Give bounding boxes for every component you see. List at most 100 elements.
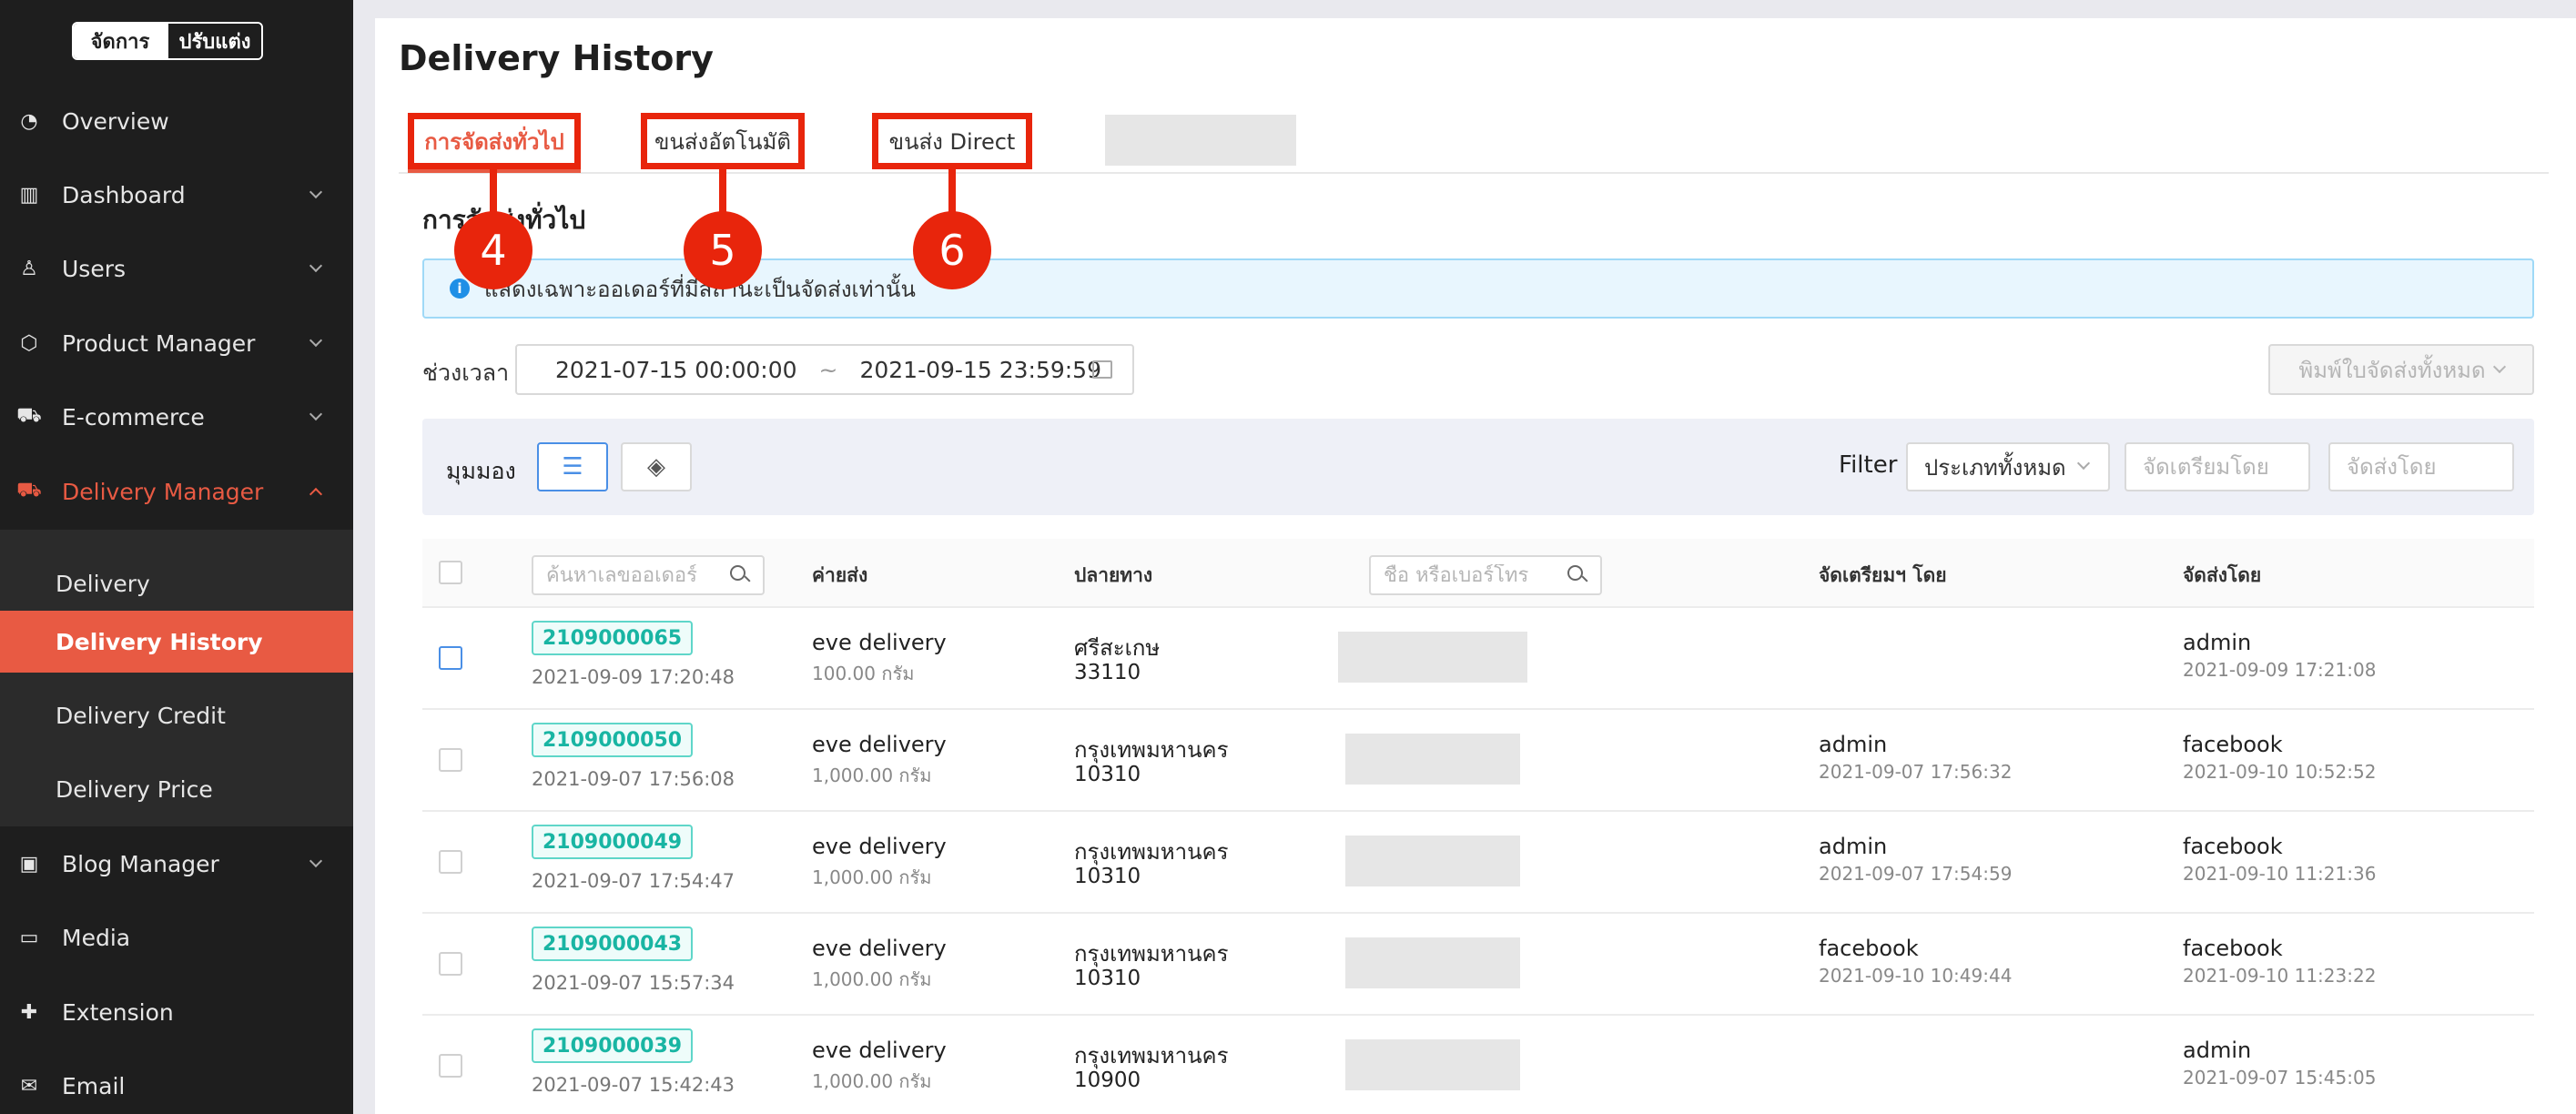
sidebar: จัดการ ปรับแต่ง ◔ Overview ▥ Dashboard ♙… <box>0 0 353 1114</box>
name-search-input[interactable] <box>1371 563 1567 587</box>
select-all-checkbox[interactable] <box>439 561 462 584</box>
table-row[interactable]: 2109000043 2021-09-07 15:57:34 eve deliv… <box>422 914 2534 1016</box>
order-date: 2021-09-07 15:57:34 <box>532 972 735 994</box>
shipped-at: 2021-09-09 17:21:08 <box>2183 659 2377 681</box>
sidebar-item-users[interactable]: ♙ Users <box>0 232 353 305</box>
submenu-item-delivery[interactable]: Delivery <box>0 552 353 614</box>
destination-postcode: 10900 <box>1074 1068 1141 1092</box>
row-checkbox[interactable] <box>439 850 462 874</box>
mode-toggle[interactable]: จัดการ ปรับแต่ง <box>72 22 263 60</box>
date-range-picker[interactable]: 2021-07-15 00:00:00 ~ 2021-09-15 23:59:5… <box>515 344 1134 395</box>
table-row[interactable]: 2109000039 2021-09-07 15:42:43 eve deliv… <box>422 1016 2534 1114</box>
sidebar-item-label: Email <box>62 1072 126 1099</box>
chevron-down-icon <box>309 185 323 199</box>
table-row[interactable]: 2109000065 2021-09-09 17:20:48 eve deliv… <box>422 608 2534 710</box>
sidebar-item-email[interactable]: ✉ Email <box>0 1049 353 1114</box>
carrier-name: eve delivery <box>812 630 947 655</box>
range-start: 2021-07-15 00:00:00 <box>555 356 797 383</box>
row-checkbox[interactable] <box>439 748 462 772</box>
order-number-tag[interactable]: 2109000049 <box>532 825 694 859</box>
row-checkbox[interactable] <box>439 1054 462 1078</box>
redacted-customer <box>1345 734 1520 785</box>
search-icon[interactable] <box>730 565 750 585</box>
sidebar-item-product-manager[interactable]: ⬡ Product Manager <box>0 307 353 380</box>
submenu-item-delivery-history[interactable]: Delivery History <box>0 611 353 673</box>
prepared-at: 2021-09-10 10:49:44 <box>1819 965 2013 987</box>
sidebar-item-label: Extension <box>62 998 174 1026</box>
parcel-weight: 100.00 กรัม <box>812 663 915 684</box>
order-number-tag[interactable]: 2109000043 <box>532 927 694 961</box>
prepared-by-name: facebook <box>1819 936 1919 961</box>
shipped-at: 2021-09-10 11:23:22 <box>2183 965 2377 987</box>
print-all-labels-button[interactable]: พิมพ์ใบจัดส่งทั้งหมด <box>2268 344 2534 395</box>
layer-view-button[interactable]: ◈ <box>621 442 692 491</box>
sidebar-item-dashboard[interactable]: ▥ Dashboard <box>0 158 353 231</box>
order-search[interactable] <box>532 555 765 595</box>
row-checkbox[interactable] <box>439 952 462 976</box>
prepared-by-filter-input[interactable] <box>2125 442 2310 491</box>
order-number-tag[interactable]: 2109000039 <box>532 1028 694 1063</box>
mode-manage-button[interactable]: จัดการ <box>74 24 167 58</box>
info-icon: i <box>450 278 470 299</box>
shipped-by-name: facebook <box>2183 732 2283 757</box>
destination-postcode: 33110 <box>1074 661 1141 684</box>
order-date: 2021-09-07 15:42:43 <box>532 1074 735 1096</box>
shipped-at: 2021-09-10 11:21:36 <box>2183 863 2377 885</box>
submenu-item-delivery-price[interactable]: Delivery Price <box>0 758 353 820</box>
print-all-label: พิมพ์ใบจัดส่งทั้งหมด <box>2298 357 2486 383</box>
submenu-item-delivery-credit[interactable]: Delivery Credit <box>0 684 353 746</box>
annotation-badge-5: 5 <box>684 211 762 289</box>
search-icon[interactable] <box>1567 565 1587 585</box>
table-row[interactable]: 2109000050 2021-09-07 17:56:08 eve deliv… <box>422 710 2534 812</box>
sidebar-item-label: Users <box>62 255 127 282</box>
redacted-customer <box>1338 632 1527 683</box>
sidebar-item-overview[interactable]: ◔ Overview <box>0 85 353 157</box>
destination-postcode: 10310 <box>1074 967 1141 990</box>
prepared-by-name: admin <box>1819 732 1888 757</box>
sidebar-item-label: Blog Manager <box>62 850 219 877</box>
mail-icon: ✉ <box>20 1074 38 1098</box>
filter-label: Filter <box>1839 451 1898 479</box>
parcel-weight: 1,000.00 กรัม <box>812 765 932 786</box>
sidebar-item-label: Delivery Manager <box>62 478 264 505</box>
main-content: Delivery History การจัดส่งทั่วไป ขนส่งอั… <box>375 18 2576 1114</box>
blog-icon: ▣ <box>19 852 39 876</box>
parcel-weight: 1,000.00 กรัม <box>812 866 932 888</box>
table-header: ค่ายส่ง ปลายทาง จัดเตรียมฯ โดย จัดส่งโดย <box>422 539 2534 608</box>
carrier-name: eve delivery <box>812 936 947 961</box>
name-search[interactable] <box>1369 555 1602 595</box>
chevron-down-icon <box>309 333 323 348</box>
carrier-name: eve delivery <box>812 732 947 757</box>
sidebar-item-blog-manager[interactable]: ▣ Blog Manager <box>0 827 353 900</box>
prepared-at: 2021-09-07 17:56:32 <box>1819 761 2013 783</box>
sidebar-item-ecommerce[interactable]: ⛟ E-commerce <box>0 380 353 453</box>
shipped-by-name: admin <box>2183 630 2252 655</box>
order-search-input[interactable] <box>533 563 730 587</box>
column-header-shipping: ค่ายส่ง <box>812 564 868 586</box>
sidebar-item-delivery-manager[interactable]: ⛟ Delivery Manager <box>0 455 353 528</box>
list-view-button[interactable]: ☰ <box>537 442 608 491</box>
order-number-tag[interactable]: 2109000065 <box>532 621 694 655</box>
list-icon: ☰ <box>562 453 583 481</box>
row-checkbox[interactable] <box>439 646 462 670</box>
shipped-by-name: facebook <box>2183 834 2283 859</box>
shipped-by-filter-input[interactable] <box>2328 442 2514 491</box>
chevron-down-icon <box>309 854 323 868</box>
table-row[interactable]: 2109000049 2021-09-07 17:54:47 eve deliv… <box>422 812 2534 914</box>
type-filter-select[interactable]: ประเภททั้งหมด <box>1906 442 2110 491</box>
mode-customize-button[interactable]: ปรับแต่ง <box>167 24 261 58</box>
type-filter-value: ประเภททั้งหมด <box>1924 454 2066 481</box>
sidebar-item-label: Product Manager <box>62 329 256 357</box>
view-label: มุมมอง <box>446 458 516 484</box>
page-title: Delivery History <box>399 38 714 78</box>
bar-chart-icon: ▥ <box>19 183 39 207</box>
order-date: 2021-09-09 17:20:48 <box>532 666 735 688</box>
redacted-tab <box>1105 115 1296 166</box>
sidebar-item-media[interactable]: ▭ Media <box>0 901 353 974</box>
cart-icon: ⛟ <box>16 404 42 427</box>
sidebar-item-extension[interactable]: ✚ Extension <box>0 976 353 1048</box>
folder-icon: ▭ <box>19 926 39 949</box>
column-header-shipped-by: จัดส่งโดย <box>2183 564 2262 586</box>
order-number-tag[interactable]: 2109000050 <box>532 723 694 757</box>
pie-chart-icon: ◔ <box>20 109 38 133</box>
